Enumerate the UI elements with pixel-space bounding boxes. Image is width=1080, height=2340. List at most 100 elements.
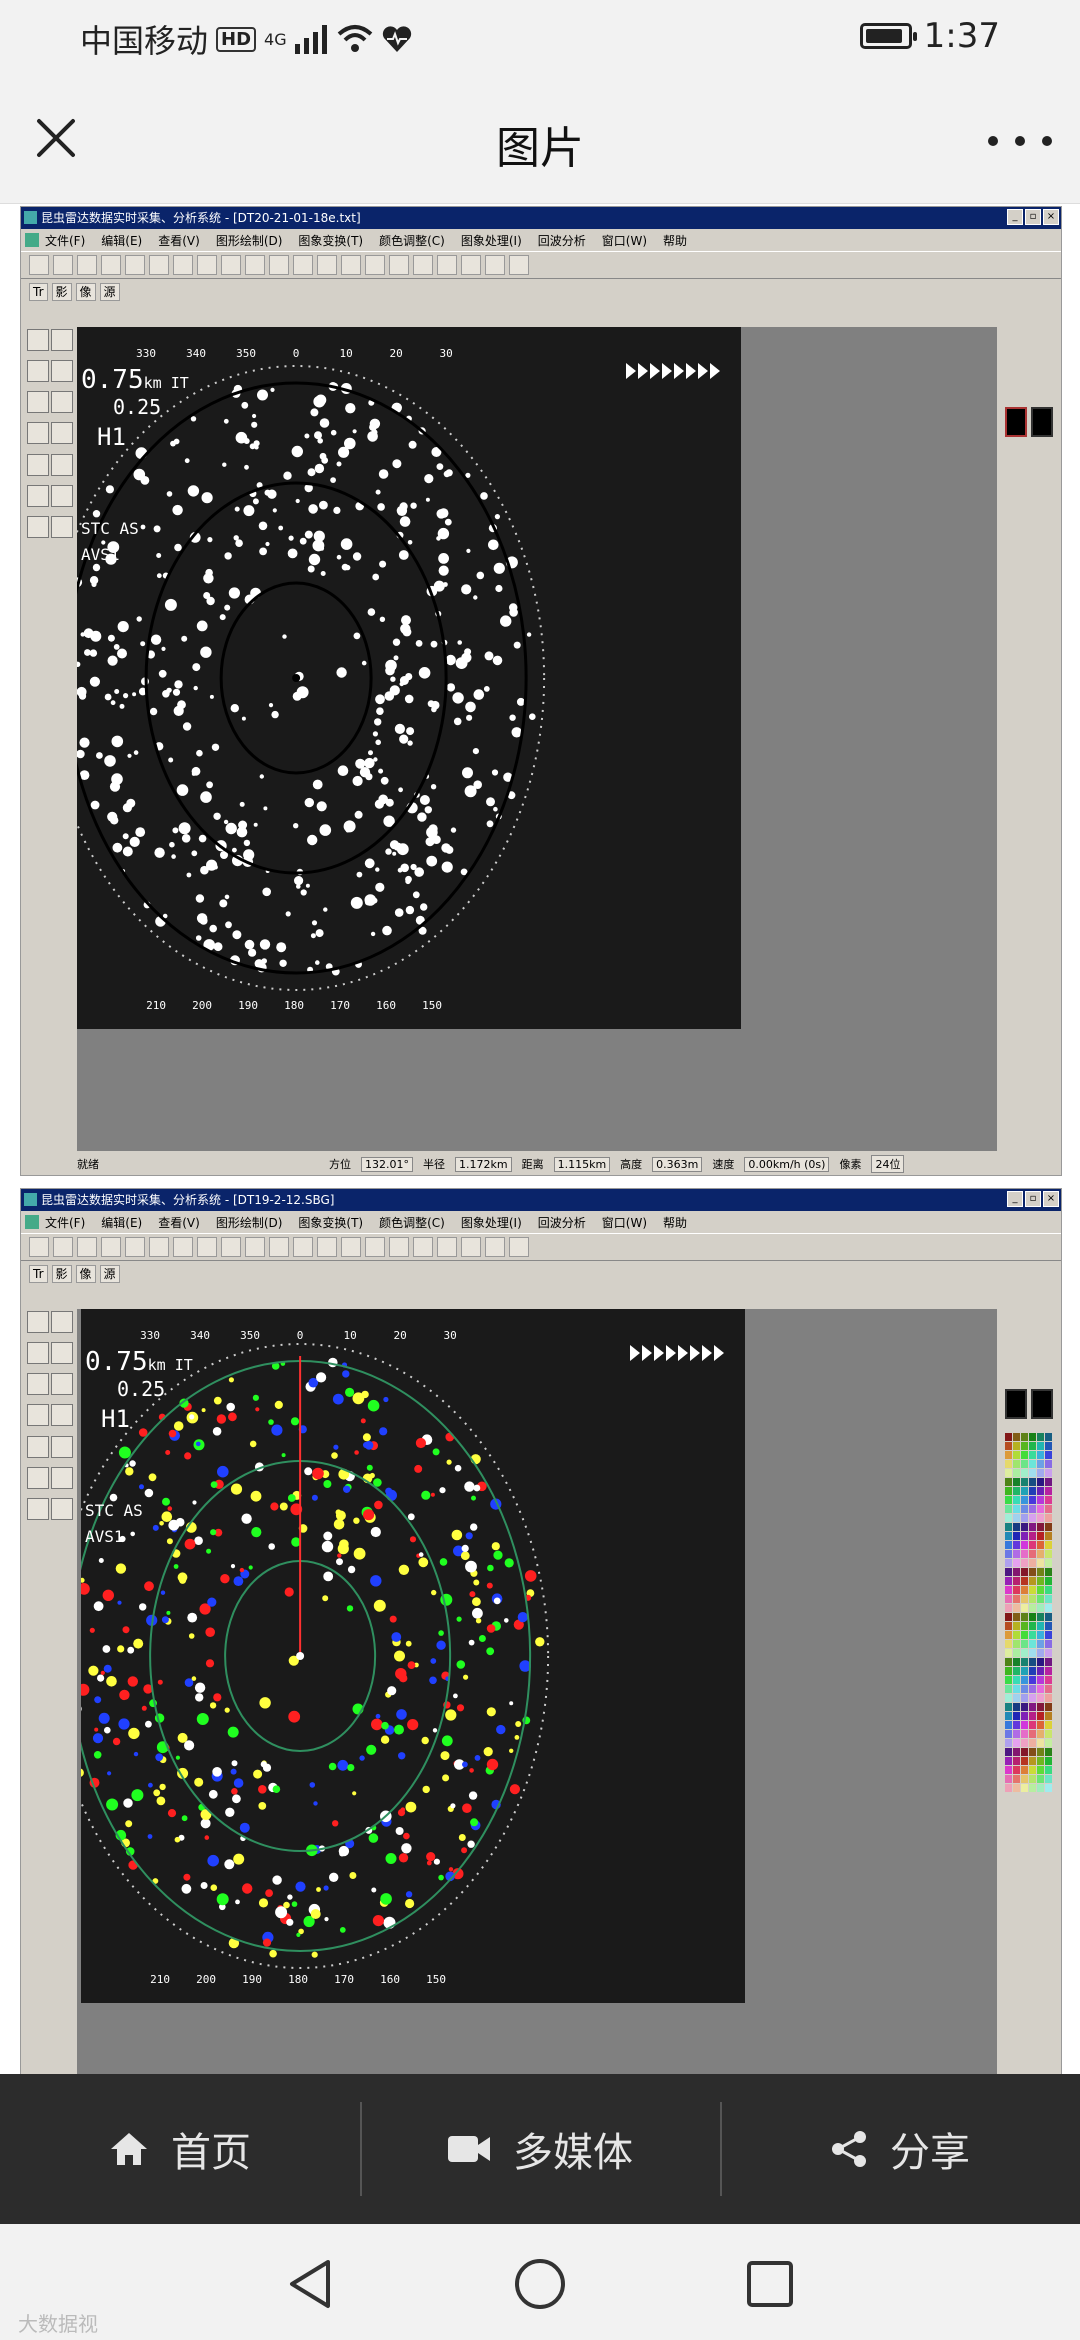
palette-swatch[interactable]: [1037, 1478, 1044, 1486]
menu-color[interactable]: 颜色调整(C): [379, 232, 445, 249]
menu-file[interactable]: 文件(F): [45, 1214, 85, 1231]
tab-media[interactable]: 多媒体: [360, 2074, 720, 2224]
palette-swatch[interactable]: [1013, 1514, 1020, 1522]
palette-swatch[interactable]: [1037, 1613, 1044, 1621]
palette-swatch[interactable]: [1045, 1532, 1052, 1540]
menu-transform[interactable]: 图象变换(T): [298, 1214, 363, 1231]
copy-icon[interactable]: [125, 255, 145, 275]
palette-swatch[interactable]: [1045, 1514, 1052, 1522]
image-tab[interactable]: 影: [51, 283, 72, 301]
palette-swatch[interactable]: [1013, 1595, 1020, 1603]
palette-swatch[interactable]: [1037, 1505, 1044, 1513]
bars3-icon[interactable]: [413, 1237, 433, 1257]
palette-swatch[interactable]: [1045, 1730, 1052, 1738]
foreground-swatch[interactable]: [1005, 407, 1027, 437]
palette-swatch[interactable]: [1037, 1721, 1044, 1729]
palette-swatch[interactable]: [1029, 1712, 1036, 1720]
palette-swatch[interactable]: [1021, 1739, 1028, 1747]
menu-process[interactable]: 图象处理(I): [461, 1214, 522, 1231]
rect-select-tool[interactable]: [27, 1311, 49, 1333]
palette-swatch[interactable]: [1005, 1577, 1012, 1585]
palette-swatch[interactable]: [1021, 1568, 1028, 1576]
help-icon[interactable]: [509, 255, 529, 275]
delete-icon[interactable]: [173, 255, 193, 275]
palette-swatch[interactable]: [1029, 1622, 1036, 1630]
palette-swatch[interactable]: [1029, 1775, 1036, 1783]
palette-swatch[interactable]: [1037, 1496, 1044, 1504]
palette-swatch[interactable]: [1045, 1775, 1052, 1783]
palette-swatch[interactable]: [1029, 1676, 1036, 1684]
palette-swatch[interactable]: [1013, 1469, 1020, 1477]
tab-share[interactable]: 分享: [720, 2074, 1080, 2224]
palette-swatch[interactable]: [1021, 1496, 1028, 1504]
palette-swatch[interactable]: [1045, 1631, 1052, 1639]
palette-swatch[interactable]: [1045, 1604, 1052, 1612]
round-rect-tool[interactable]: [27, 1435, 49, 1458]
palette-swatch[interactable]: [1005, 1568, 1012, 1576]
palette-swatch[interactable]: [1005, 1469, 1012, 1477]
palette-swatch[interactable]: [1045, 1460, 1052, 1468]
palette-swatch[interactable]: [1029, 1694, 1036, 1702]
rect-select-tool[interactable]: [27, 329, 49, 351]
palette-swatch[interactable]: [1029, 1631, 1036, 1639]
ellipse-tool[interactable]: [27, 484, 49, 507]
grid2-icon[interactable]: [269, 255, 289, 275]
palette-swatch[interactable]: [1013, 1550, 1020, 1558]
palette-swatch[interactable]: [1037, 1703, 1044, 1711]
palette-swatch[interactable]: [1005, 1712, 1012, 1720]
palette-swatch[interactable]: [1029, 1433, 1036, 1441]
rect-tool[interactable]: [27, 1404, 49, 1427]
palette-swatch[interactable]: [1029, 1487, 1036, 1495]
palette-swatch[interactable]: [1005, 1604, 1012, 1612]
palette-swatch[interactable]: [1045, 1667, 1052, 1675]
palette-swatch[interactable]: [1021, 1595, 1028, 1603]
background-swatch[interactable]: [1031, 407, 1053, 437]
chart-icon[interactable]: [293, 1237, 313, 1257]
palette-swatch[interactable]: [1005, 1757, 1012, 1765]
palette-swatch[interactable]: [1045, 1694, 1052, 1702]
palette-swatch[interactable]: [1045, 1703, 1052, 1711]
palette-swatch[interactable]: [1013, 1451, 1020, 1459]
palette-swatch[interactable]: [1005, 1676, 1012, 1684]
palette-swatch[interactable]: [1005, 1442, 1012, 1450]
menu-window[interactable]: 窗口(W): [602, 1214, 647, 1231]
menu-help[interactable]: 帮助: [663, 232, 687, 249]
palette-swatch[interactable]: [1021, 1784, 1028, 1792]
open-icon[interactable]: [53, 1237, 73, 1257]
chart2-icon[interactable]: [317, 255, 337, 275]
palette-swatch[interactable]: [1045, 1550, 1052, 1558]
close-icon[interactable]: ×: [1043, 1191, 1059, 1207]
palette-swatch[interactable]: [1037, 1577, 1044, 1585]
palette-swatch[interactable]: [1021, 1469, 1028, 1477]
line-tool[interactable]: [27, 391, 49, 414]
palette-swatch[interactable]: [1029, 1766, 1036, 1774]
grid2-icon[interactable]: [269, 1237, 289, 1257]
palette-swatch[interactable]: [1021, 1748, 1028, 1756]
menu-draw[interactable]: 图形绘制(D): [216, 232, 283, 249]
palette-swatch[interactable]: [1045, 1541, 1052, 1549]
pen-tool[interactable]: [51, 329, 73, 351]
chart2-icon[interactable]: [317, 1237, 337, 1257]
palette-swatch[interactable]: [1037, 1676, 1044, 1684]
pen-tool[interactable]: [51, 1311, 73, 1333]
palette-swatch[interactable]: [1045, 1595, 1052, 1603]
palette-swatch[interactable]: [1005, 1487, 1012, 1495]
palette-swatch[interactable]: [1029, 1523, 1036, 1531]
palette-swatch[interactable]: [1029, 1658, 1036, 1666]
ellipse-tool[interactable]: [27, 1466, 49, 1489]
help-icon[interactable]: [509, 1237, 529, 1257]
menu-echo[interactable]: 回波分析: [538, 232, 586, 249]
palette-swatch[interactable]: [1045, 1622, 1052, 1630]
color-palette[interactable]: [1005, 1433, 1052, 1792]
palette-swatch[interactable]: [1021, 1433, 1028, 1441]
palette-swatch[interactable]: [1013, 1721, 1020, 1729]
close-icon[interactable]: ×: [1043, 209, 1059, 225]
palette-swatch[interactable]: [1005, 1658, 1012, 1666]
palette-swatch[interactable]: [1021, 1442, 1028, 1450]
palette-swatch[interactable]: [1045, 1505, 1052, 1513]
back-icon[interactable]: [286, 2258, 334, 2310]
menu-view[interactable]: 查看(V): [158, 1214, 200, 1231]
image-tab[interactable]: 影: [51, 1265, 72, 1283]
palette-swatch[interactable]: [1037, 1451, 1044, 1459]
palette-swatch[interactable]: [1021, 1694, 1028, 1702]
